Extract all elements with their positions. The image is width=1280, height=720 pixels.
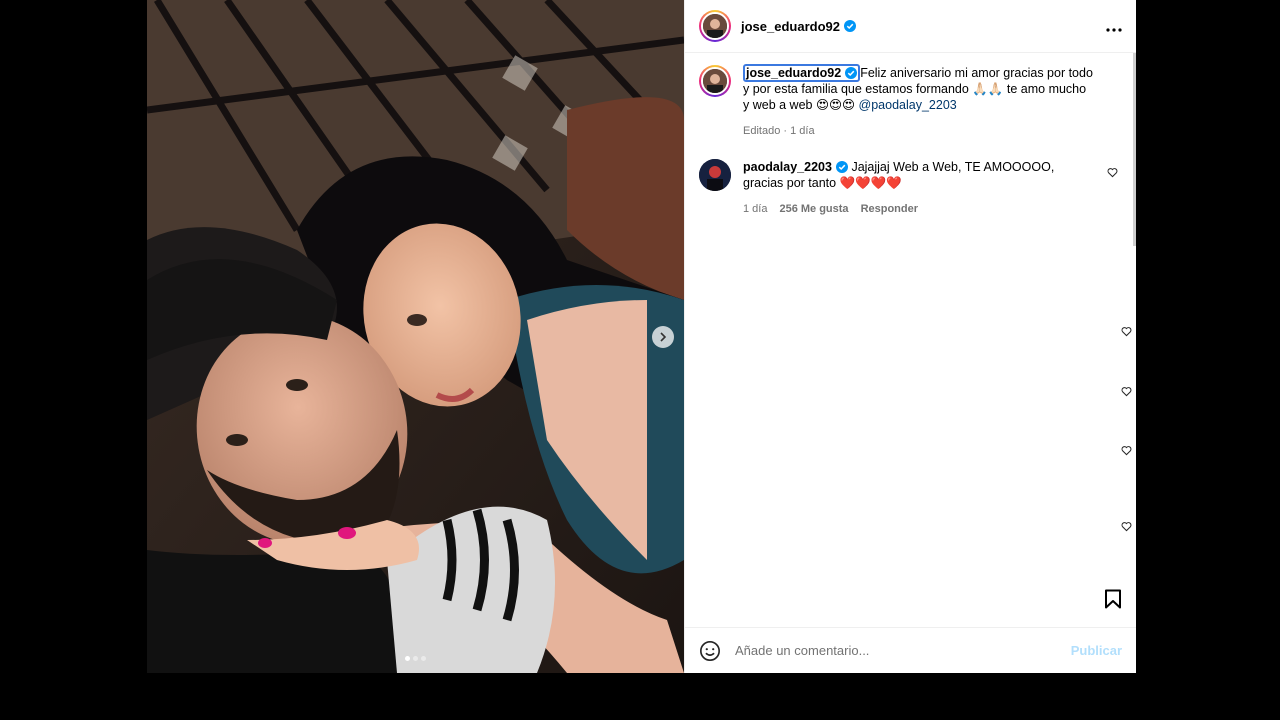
- avatar-photo: [699, 159, 731, 191]
- carousel-dot: [421, 656, 426, 661]
- couple-selfie-image: [147, 0, 684, 673]
- caption-time[interactable]: 1 día: [790, 125, 814, 137]
- publish-button[interactable]: Publicar: [1071, 643, 1122, 658]
- post-header: jose_eduardo92: [685, 0, 1136, 53]
- heart-icon[interactable]: [1121, 386, 1132, 397]
- avatar-photo: [703, 14, 727, 38]
- chevron-right-icon: [660, 332, 667, 342]
- edited-label: Editado: [743, 125, 781, 137]
- like-comment-heart-icon[interactable]: [1107, 167, 1118, 178]
- avatar[interactable]: [699, 65, 731, 97]
- save-bookmark-icon[interactable]: [1104, 589, 1122, 609]
- post-modal: jose_eduardo92 jose_eduardo92 Feliz aniv…: [147, 0, 1136, 673]
- caption-author-link[interactable]: jose_eduardo92: [743, 64, 861, 82]
- post-photo[interactable]: [147, 0, 684, 673]
- post-actions: [685, 571, 1136, 627]
- caption-author: jose_eduardo92: [746, 66, 842, 80]
- caption: jose_eduardo92 Feliz aniversario mi amor …: [699, 64, 1122, 139]
- comment-input[interactable]: [735, 643, 1071, 658]
- post-side-panel: jose_eduardo92 jose_eduardo92 Feliz aniv…: [684, 0, 1136, 673]
- comment-item: paodalay_2203 Jajajjaj Web a Web, TE AMO…: [699, 159, 1122, 217]
- add-comment-bar: Publicar: [685, 627, 1136, 673]
- heart-icon[interactable]: [1121, 326, 1132, 337]
- more-options-button[interactable]: [1106, 17, 1122, 35]
- mention-link[interactable]: @paodalay_2203: [859, 98, 957, 112]
- comment-meta: 1 día 256 Me gusta Responder: [743, 201, 1095, 217]
- comments-list: jose_eduardo92 Feliz aniversario mi amor …: [685, 53, 1136, 571]
- more-horizontal-icon: [1106, 28, 1122, 32]
- carousel-dot: [413, 656, 418, 661]
- heart-icon[interactable]: [1121, 445, 1132, 456]
- comment-body: paodalay_2203 Jajajjaj Web a Web, TE AMO…: [743, 159, 1095, 217]
- caption-body: jose_eduardo92 Feliz aniversario mi amor …: [743, 64, 1095, 139]
- carousel-indicator: [147, 656, 684, 661]
- avatar-photo: [703, 69, 727, 93]
- verified-badge-icon: [845, 67, 858, 79]
- comment-time[interactable]: 1 día: [743, 201, 767, 217]
- post-author-username[interactable]: jose_eduardo92: [741, 19, 840, 34]
- comment-likes[interactable]: 256 Me gusta: [779, 201, 848, 217]
- emoji-icon[interactable]: [699, 640, 721, 662]
- avatar[interactable]: [699, 159, 731, 191]
- reply-button[interactable]: Responder: [861, 201, 918, 217]
- heart-icon[interactable]: [1121, 521, 1132, 532]
- carousel-next-button[interactable]: [652, 326, 674, 348]
- carousel-dot: [405, 656, 410, 661]
- comment-author[interactable]: paodalay_2203: [743, 160, 832, 174]
- avatar[interactable]: [699, 10, 731, 42]
- verified-badge-icon: [835, 161, 848, 173]
- caption-meta: Editado · 1 día: [743, 125, 815, 137]
- verified-badge-icon: [844, 20, 856, 32]
